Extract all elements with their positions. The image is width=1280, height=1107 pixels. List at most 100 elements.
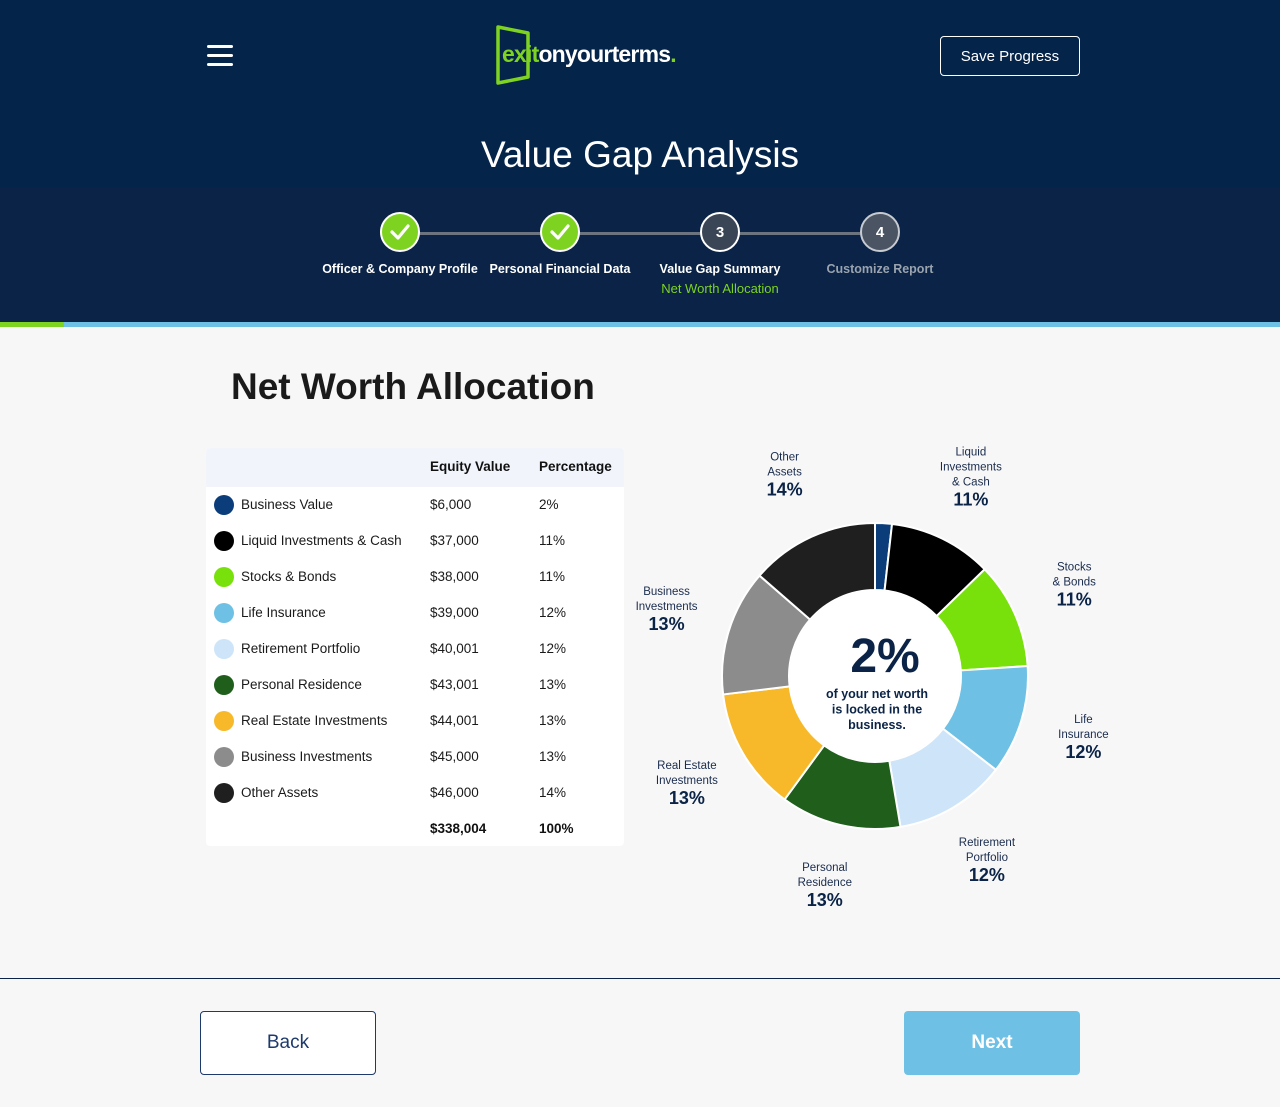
progress-bar xyxy=(0,322,1280,327)
color-swatch xyxy=(214,603,234,623)
logo-text: exitonyourterms. xyxy=(502,41,677,67)
row-label: Liquid Investments & Cash xyxy=(241,533,402,548)
step-label: Personal Financial Data xyxy=(489,262,631,276)
table-row: Real Estate Investments $44,001 13% xyxy=(206,703,624,739)
table-row: Personal Residence $43,001 13% xyxy=(206,667,624,703)
donut-label: Business Investments13% xyxy=(636,586,698,634)
row-value: $37,000 xyxy=(430,533,479,548)
donut-label-text: Real Estate xyxy=(657,760,716,772)
table-row: Life Insurance $39,000 12% xyxy=(206,595,624,631)
donut-center-text: is locked in the xyxy=(832,703,922,717)
row-value: $45,000 xyxy=(430,749,479,764)
row-percent: 11% xyxy=(539,533,566,548)
donut-label-text: Investments xyxy=(940,462,1002,474)
donut-label-text: Investments xyxy=(656,775,718,787)
row-value: $39,000 xyxy=(430,605,479,620)
donut-label-percent: 13% xyxy=(669,788,705,808)
color-swatch xyxy=(214,675,234,695)
step-officer-company-profile[interactable]: Officer & Company Profile xyxy=(320,212,480,276)
row-label: Other Assets xyxy=(241,785,319,800)
column-header-equity-value: Equity Value xyxy=(430,459,511,474)
donut-label-text: Life xyxy=(1074,714,1093,726)
table-row: Retirement Portfolio $40,001 12% xyxy=(206,631,624,667)
hamburger-menu-icon[interactable] xyxy=(207,45,233,67)
step-value-gap-summary[interactable]: 3 Value Gap Summary Net Worth Allocation xyxy=(640,212,800,296)
step-customize-report[interactable]: 4 Customize Report xyxy=(800,212,960,276)
total-value: $338,004 xyxy=(430,821,487,836)
row-percent: 14% xyxy=(539,785,567,800)
donut-label: Life Insurance12% xyxy=(1058,714,1109,762)
allocation-table: Equity Value Percentage Business Value $… xyxy=(206,448,624,846)
column-header-percentage: Percentage xyxy=(539,459,612,474)
color-swatch xyxy=(214,783,234,803)
donut-label: Other Assets14% xyxy=(767,452,803,500)
row-label: Stocks & Bonds xyxy=(241,569,337,584)
color-swatch xyxy=(214,747,234,767)
row-label: Business Investments xyxy=(241,749,373,764)
row-label: Retirement Portfolio xyxy=(241,641,361,656)
donut-label-percent: 11% xyxy=(1057,589,1092,609)
step-number: 3 xyxy=(700,212,740,252)
color-swatch xyxy=(214,567,234,587)
donut-label: Retirement Portfolio12% xyxy=(959,837,1016,885)
row-value: $40,001 xyxy=(430,641,479,656)
donut-label-percent: 11% xyxy=(953,490,988,510)
donut-label-text: Retirement xyxy=(959,837,1016,849)
donut-label-text: & Cash xyxy=(952,477,990,489)
total-percent: 100% xyxy=(539,821,574,836)
table-row: Other Assets $46,000 14% xyxy=(206,775,624,811)
step-number: 4 xyxy=(860,212,900,252)
step-personal-financial-data[interactable]: Personal Financial Data xyxy=(480,212,640,276)
donut-label-text: Other xyxy=(770,452,799,464)
row-percent: 13% xyxy=(539,677,567,692)
step-label: Customize Report xyxy=(826,262,934,276)
next-button[interactable]: Next xyxy=(904,1011,1080,1075)
row-value: $43,001 xyxy=(430,677,479,692)
logo[interactable]: exitonyourterms. xyxy=(495,24,695,86)
donut-label-text: Insurance xyxy=(1058,729,1109,741)
progress-bar-fill xyxy=(0,322,64,327)
row-percent: 2% xyxy=(539,497,559,512)
donut-label: Personal Residence13% xyxy=(798,862,852,910)
save-progress-button[interactable]: Save Progress xyxy=(940,36,1080,76)
donut-label-text: Portfolio xyxy=(966,852,1008,864)
table-row: Business Value $6,000 2% xyxy=(206,487,624,523)
net-worth-donut-chart: LiquidInvestments& Cash11%Stocks& Bonds1… xyxy=(636,447,1109,910)
donut-label-percent: 12% xyxy=(1065,742,1101,762)
donut-label-percent: 13% xyxy=(807,890,843,910)
back-button[interactable]: Back xyxy=(200,1011,376,1075)
row-percent: 12% xyxy=(539,641,567,656)
checkmark-icon xyxy=(380,212,420,252)
donut-label-text: & Bonds xyxy=(1052,576,1096,588)
donut-center-text: business. xyxy=(848,718,906,732)
row-label: Real Estate Investments xyxy=(241,713,388,728)
row-percent: 13% xyxy=(539,713,567,728)
donut-label: Real Estate Investments13% xyxy=(656,760,718,808)
table-row: Stocks & Bonds $38,000 11% xyxy=(206,559,624,595)
checkmark-icon xyxy=(540,212,580,252)
donut-label-percent: 13% xyxy=(649,614,685,634)
donut-label: Stocks & Bonds11% xyxy=(1052,561,1096,609)
row-value: $6,000 xyxy=(430,497,472,512)
donut-label-text: Investments xyxy=(636,601,698,613)
color-swatch xyxy=(214,495,234,515)
row-percent: 12% xyxy=(539,605,567,620)
donut-label-text: Stocks xyxy=(1057,561,1092,573)
donut-center-value: 2% xyxy=(850,630,919,683)
table-header: Equity Value Percentage xyxy=(206,448,624,487)
row-value: $46,000 xyxy=(430,785,479,800)
donut-label-text: Personal xyxy=(802,862,847,874)
donut-label-text: Liquid xyxy=(956,447,987,459)
row-label: Business Value xyxy=(241,497,334,512)
row-percent: 13% xyxy=(539,749,567,764)
row-label: Personal Residence xyxy=(241,677,362,692)
donut-label-text: Residence xyxy=(798,877,852,889)
row-value: $38,000 xyxy=(430,569,479,584)
row-value: $44,001 xyxy=(430,713,479,728)
stepper: Officer & Company Profile Personal Finan… xyxy=(0,188,1280,322)
color-swatch xyxy=(214,531,234,551)
table-total-row: $338,004 100% xyxy=(206,811,624,847)
donut-center-text: of your net worth xyxy=(826,687,928,701)
page-title: Value Gap Analysis xyxy=(480,134,800,175)
table-row: Business Investments $45,000 13% xyxy=(206,739,624,775)
